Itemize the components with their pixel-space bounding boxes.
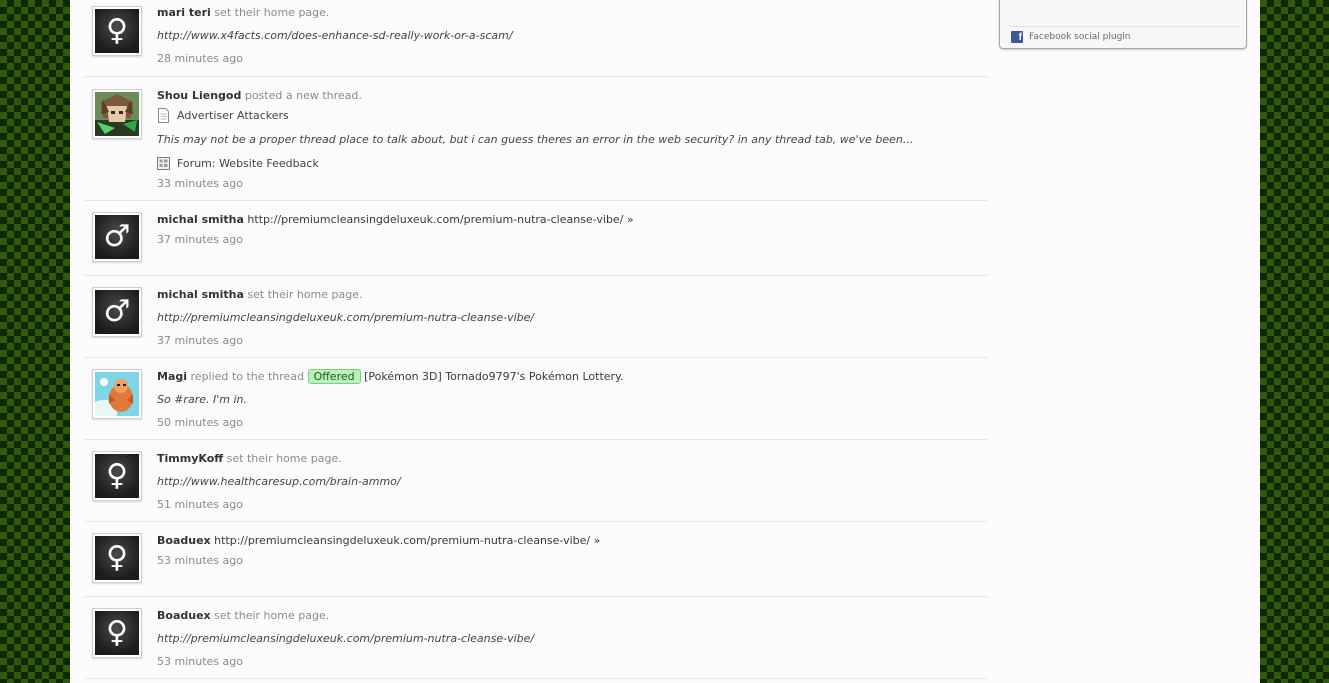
avatar[interactable]: ♀ bbox=[92, 6, 142, 56]
homepage-link[interactable]: http://premiumcleansingdeluxeuk.com/prem… bbox=[157, 310, 988, 325]
timestamp[interactable]: 28 minutes ago bbox=[157, 51, 988, 66]
divider bbox=[1010, 26, 1240, 27]
action-text: set their home page. bbox=[214, 6, 330, 19]
timestamp[interactable]: 37 minutes ago bbox=[157, 333, 988, 348]
status-text: http://premiumcleansingdeluxeuk.com/prem… bbox=[214, 534, 591, 547]
username-link[interactable]: Magi bbox=[157, 370, 187, 383]
avatar[interactable] bbox=[92, 369, 142, 419]
post-snippet: This may not be a proper thread place to… bbox=[157, 133, 914, 146]
timestamp[interactable]: 51 minutes ago bbox=[157, 497, 988, 512]
username-link[interactable]: Shou Liengod bbox=[157, 89, 241, 102]
feed-item: ♀ mari teri set their home page. http://… bbox=[84, 0, 988, 77]
feed-item: Magi replied to the thread Offered [Poké… bbox=[84, 358, 988, 440]
username-link[interactable]: mari teri bbox=[157, 6, 211, 19]
action-text: set their home page. bbox=[226, 452, 342, 465]
timestamp[interactable]: 53 minutes ago bbox=[157, 553, 988, 568]
forum-name: Forum: Website Feedback bbox=[177, 157, 319, 170]
username-link[interactable]: michal smitha bbox=[157, 213, 244, 226]
thread-title: Advertiser Attackers bbox=[177, 109, 289, 122]
female-icon: ♀ bbox=[95, 454, 139, 498]
post-snippet: So #rare. I'm in. bbox=[157, 393, 247, 406]
forum-link[interactable]: Forum: Website Feedback bbox=[157, 156, 988, 171]
facebook-icon: f bbox=[1011, 31, 1023, 43]
avatar[interactable]: ♂ bbox=[92, 287, 142, 337]
username-link[interactable]: michal smitha bbox=[157, 288, 244, 301]
homepage-link[interactable]: http://www.x4facts.com/does-enhance-sd-r… bbox=[157, 28, 988, 43]
avatar[interactable]: ♀ bbox=[92, 451, 142, 501]
male-icon: ♂ bbox=[95, 215, 139, 259]
document-icon bbox=[158, 108, 169, 123]
action-text: set their home page. bbox=[247, 288, 363, 301]
timestamp[interactable]: 37 minutes ago bbox=[157, 232, 988, 247]
timestamp[interactable]: 53 minutes ago bbox=[157, 654, 988, 669]
username-link[interactable]: TimmyKoff bbox=[157, 452, 223, 465]
female-icon: ♀ bbox=[95, 536, 139, 580]
male-icon: ♂ bbox=[95, 290, 139, 334]
feed-item: ♀ TimmyKoff set their home page. http://… bbox=[84, 440, 988, 522]
homepage-link[interactable]: http://premiumcleansingdeluxeuk.com/prem… bbox=[157, 631, 988, 646]
thread-prefix-badge[interactable]: Offered bbox=[307, 369, 361, 384]
feed-item: ♂ michal smitha http://premiumcleansingd… bbox=[84, 201, 988, 276]
pokemon-avatar bbox=[95, 372, 139, 416]
thread-link[interactable]: Advertiser Attackers bbox=[157, 108, 988, 123]
avatar[interactable] bbox=[92, 89, 142, 139]
facebook-plugin-label: Facebook social plugin bbox=[1029, 32, 1131, 42]
timestamp[interactable]: 50 minutes ago bbox=[157, 415, 988, 430]
feed-item: Shou Liengod posted a new thread. Advert… bbox=[84, 77, 988, 201]
feed-item: ♀ Boaduex set their home page. http://pr… bbox=[84, 597, 988, 679]
username-link[interactable]: Boaduex bbox=[157, 534, 211, 547]
status-text: http://premiumcleansingdeluxeuk.com/prem… bbox=[247, 213, 624, 226]
more-link[interactable]: » bbox=[627, 213, 634, 226]
avatar[interactable]: ♀ bbox=[92, 533, 142, 583]
anime-character-avatar bbox=[95, 92, 139, 136]
more-link[interactable]: » bbox=[594, 534, 601, 547]
avatar[interactable]: ♀ bbox=[92, 608, 142, 658]
facebook-widget: f Facebook social plugin bbox=[999, 0, 1247, 49]
page-container: f Facebook social plugin ♀ mari teri set… bbox=[70, 0, 1260, 683]
feed-item: ♀ Boaduex http://premiumcleansingdeluxeu… bbox=[84, 522, 988, 597]
action-text: replied to the thread bbox=[190, 370, 305, 383]
facebook-plugin-link[interactable]: f Facebook social plugin bbox=[1011, 31, 1131, 43]
action-text: posted a new thread. bbox=[244, 89, 362, 102]
timestamp[interactable]: 33 minutes ago bbox=[157, 176, 988, 191]
female-icon: ♀ bbox=[95, 9, 139, 53]
female-icon: ♀ bbox=[95, 611, 139, 655]
activity-feed: ♀ mari teri set their home page. http://… bbox=[84, 0, 988, 679]
homepage-link[interactable]: http://www.healthcaresup.com/brain-ammo/ bbox=[157, 474, 988, 489]
action-text: set their home page. bbox=[214, 609, 330, 622]
avatar[interactable]: ♂ bbox=[92, 212, 142, 262]
forum-icon bbox=[157, 157, 170, 170]
username-link[interactable]: Boaduex bbox=[157, 609, 211, 622]
thread-link[interactable]: [Pokémon 3D] Tornado9797's Pokémon Lotte… bbox=[364, 370, 623, 383]
feed-item: ♂ michal smitha set their home page. htt… bbox=[84, 276, 988, 358]
